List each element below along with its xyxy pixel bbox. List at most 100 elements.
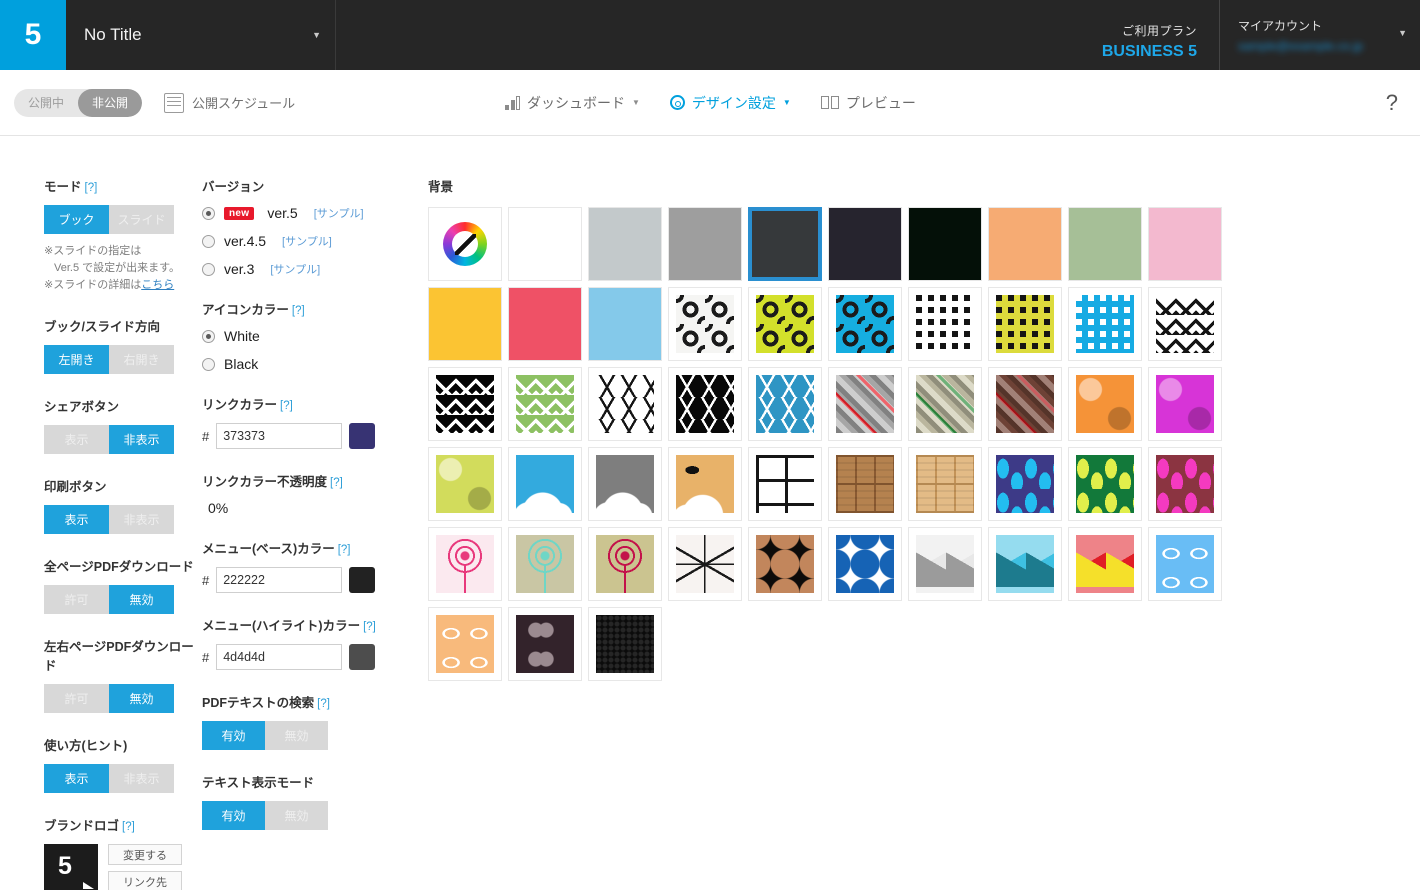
background-swatch-sky-blue[interactable] (588, 287, 662, 361)
help-hint-icon[interactable]: [?] (122, 821, 135, 833)
background-swatch-white[interactable] (508, 207, 582, 281)
brand-logo-thumbnail[interactable]: 5 (44, 844, 98, 890)
background-swatch-clouds-gray[interactable] (588, 447, 662, 521)
mode-option-slide[interactable]: スライド (109, 205, 174, 234)
background-swatch-clouds-blue[interactable] (508, 447, 582, 521)
publish-status-toggle[interactable]: 公開中 非公開 (14, 88, 143, 117)
background-swatch-glasses-blue[interactable] (1148, 527, 1222, 601)
text-display-mode-option-disable[interactable]: 無効 (265, 801, 328, 830)
lrpage-pdf-option-allow[interactable]: 許可 (44, 684, 109, 714)
share-button-option-show[interactable]: 表示 (44, 425, 109, 455)
background-swatch-abstract-lines[interactable] (668, 527, 742, 601)
background-swatch-light-gray[interactable] (588, 207, 662, 281)
background-swatch-brick-outline[interactable] (748, 447, 822, 521)
background-swatch-wood-dark[interactable] (828, 447, 902, 521)
background-swatch-rose-pink[interactable] (428, 527, 502, 601)
icon-color-option-black[interactable]: Black (202, 356, 410, 372)
background-swatch-dark-charcoal[interactable] (748, 207, 822, 281)
background-swatch-chevron-black[interactable] (428, 367, 502, 441)
print-button-option-show[interactable]: 表示 (44, 505, 109, 535)
link-color-input[interactable] (216, 423, 343, 449)
background-swatch-chevron-white[interactable] (1148, 287, 1222, 361)
menu-item-preview[interactable]: プレビュー (820, 93, 916, 113)
pdf-text-search-option-disable[interactable]: 無効 (265, 721, 328, 750)
link-opacity-value[interactable]: 0% (202, 500, 410, 516)
pdf-text-search-segmented-control[interactable]: 有効 無効 (202, 721, 328, 750)
mode-segmented-control[interactable]: ブック スライド (44, 205, 174, 234)
print-button-segmented-control[interactable]: 表示 非表示 (44, 505, 174, 535)
background-swatch-zigzag-yellow[interactable] (988, 287, 1062, 361)
background-swatch-sage-green[interactable] (1068, 207, 1142, 281)
background-swatch-rose-mint[interactable] (508, 527, 582, 601)
background-swatch-carbon-black[interactable] (588, 607, 662, 681)
background-swatch-dots-magenta[interactable] (1148, 367, 1222, 441)
mode-option-book[interactable]: ブック (44, 205, 109, 234)
logo-link-button[interactable]: リンク先 (108, 871, 182, 890)
slide-detail-link[interactable]: こちら (141, 279, 174, 291)
publish-schedule-button[interactable]: 公開スケジュール (164, 92, 295, 113)
my-account-menu[interactable]: マイアカウント sample@example.co.jp ▼ (1220, 0, 1420, 70)
background-swatch-hearts-dark[interactable] (508, 607, 582, 681)
menu-item-design-settings[interactable]: デザイン設定 ▼ (669, 93, 791, 113)
help-hint-icon[interactable]: [?] (317, 698, 330, 710)
help-hint-icon[interactable]: [?] (292, 305, 305, 317)
version-ver45-sample-link[interactable]: [サンプル] (282, 233, 332, 249)
menu-highlight-color-input[interactable] (216, 644, 343, 670)
version-ver3-sample-link[interactable]: [サンプル] (270, 261, 320, 277)
share-button-option-hide[interactable]: 非表示 (109, 425, 174, 455)
direction-option-left[interactable]: 左開き (44, 345, 109, 375)
radio-icon[interactable] (202, 234, 215, 248)
background-swatch-rose-crimson[interactable] (588, 527, 662, 601)
help-icon[interactable]: ? (1386, 90, 1398, 116)
background-swatch-zigzag-white[interactable] (908, 287, 982, 361)
background-swatch-lattice-blue[interactable] (748, 367, 822, 441)
hints-segmented-control[interactable]: 表示 非表示 (44, 764, 174, 794)
radio-icon[interactable] (202, 357, 215, 371)
publish-public-option[interactable]: 公開中 (14, 89, 78, 117)
lrpage-pdf-segmented-control[interactable]: 許可 無効 (44, 684, 174, 714)
direction-segmented-control[interactable]: 左開き 右開き (44, 345, 174, 375)
background-swatch-rose-red[interactable] (508, 287, 582, 361)
background-swatch-geo-copper[interactable] (748, 527, 822, 601)
hints-option-show[interactable]: 表示 (44, 764, 109, 794)
background-swatch-plaid-maroon[interactable] (988, 367, 1062, 441)
background-swatch-bird-clouds-tan[interactable] (668, 447, 742, 521)
background-swatch-glasses-orange[interactable] (428, 607, 502, 681)
background-swatch-drops-green[interactable] (1068, 447, 1142, 521)
background-swatch-cube-teal[interactable] (988, 527, 1062, 601)
radio-icon[interactable] (202, 206, 215, 220)
document-title-dropdown[interactable]: No Title ▼ (66, 0, 336, 70)
help-hint-icon[interactable]: [?] (280, 400, 293, 412)
print-button-option-hide[interactable]: 非表示 (109, 505, 174, 535)
background-swatch-wood-light[interactable] (908, 447, 982, 521)
background-swatch-rings-white[interactable] (668, 287, 742, 361)
help-hint-icon[interactable]: [?] (85, 182, 98, 194)
pdf-text-search-option-enable[interactable]: 有効 (202, 721, 265, 750)
background-swatch-medium-gray[interactable] (668, 207, 742, 281)
background-swatch-pink[interactable] (1148, 207, 1222, 281)
help-hint-icon[interactable]: [?] (338, 544, 351, 556)
link-color-swatch[interactable] (349, 423, 376, 449)
background-swatch-lattice-black[interactable] (668, 367, 742, 441)
background-swatch-rings-cyan[interactable] (828, 287, 902, 361)
radio-icon[interactable] (202, 262, 215, 276)
version-option-ver5[interactable]: new ver.5 [サンプル] (202, 205, 410, 221)
background-swatch-rings-lime[interactable] (748, 287, 822, 361)
text-display-mode-option-enable[interactable]: 有効 (202, 801, 265, 830)
background-swatch-cube-red-yellow[interactable] (1068, 527, 1142, 601)
help-hint-icon[interactable]: [?] (330, 477, 343, 489)
text-display-mode-segmented-control[interactable]: 有効 無効 (202, 801, 328, 830)
menu-item-dashboard[interactable]: ダッシュボード ▼ (505, 93, 640, 113)
background-swatch-plaid-gray-red[interactable] (828, 367, 902, 441)
allpage-pdf-option-disable[interactable]: 無効 (109, 585, 174, 615)
allpage-pdf-segmented-control[interactable]: 許可 無効 (44, 585, 174, 615)
allpage-pdf-option-allow[interactable]: 許可 (44, 585, 109, 615)
background-swatch-golden-yellow[interactable] (428, 287, 502, 361)
icon-color-option-white[interactable]: White (202, 328, 410, 344)
publish-private-option[interactable]: 非公開 (78, 88, 143, 117)
share-button-segmented-control[interactable]: 表示 非表示 (44, 425, 174, 455)
version-option-ver3[interactable]: ver.3 [サンプル] (202, 261, 410, 277)
plan-value[interactable]: BUSINESS 5 (1070, 43, 1197, 61)
background-swatch-lattice-white[interactable] (588, 367, 662, 441)
background-swatch-near-black-blue[interactable] (828, 207, 902, 281)
